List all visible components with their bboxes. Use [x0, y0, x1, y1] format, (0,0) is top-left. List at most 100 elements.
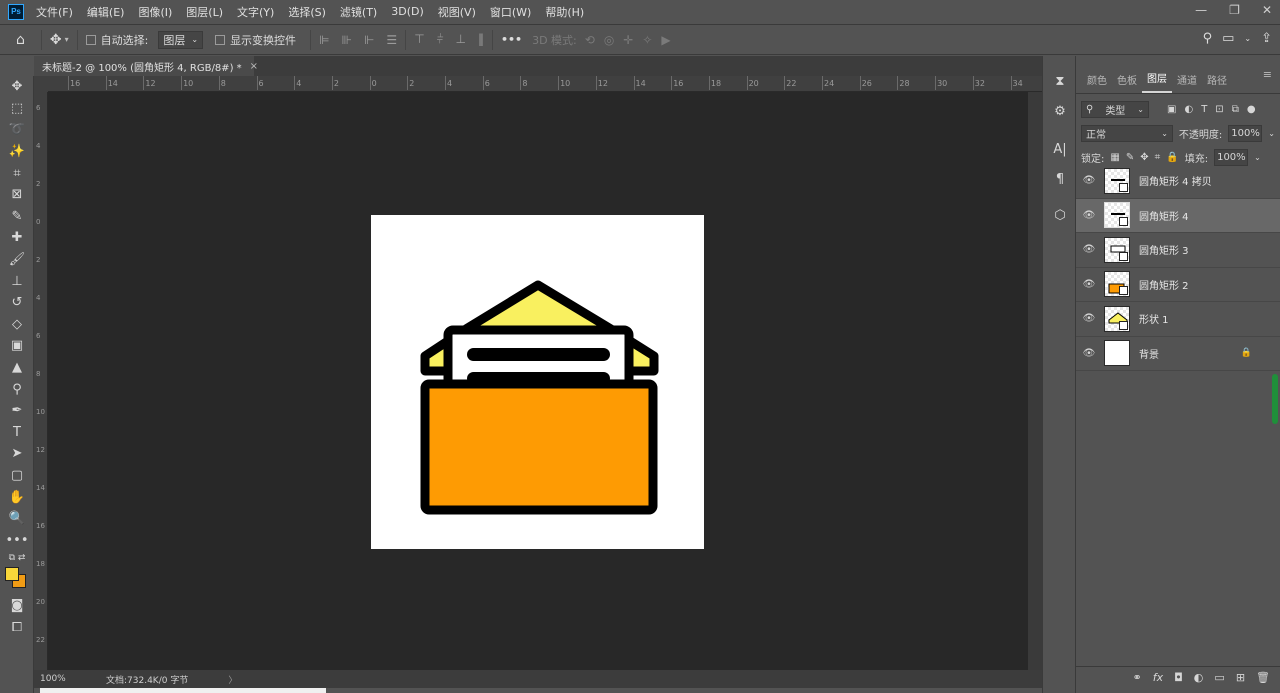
align-top-icon[interactable]: ⊤	[414, 32, 424, 47]
align-right-icon[interactable]: ⊩	[364, 33, 374, 47]
visibility-eye-icon[interactable]: 👁	[1076, 244, 1102, 255]
path-select-icon[interactable]: ➤	[0, 443, 34, 465]
canvas-workspace[interactable]	[48, 92, 1028, 670]
layer-row[interactable]: 👁 圆角矩形 3	[1076, 233, 1280, 268]
menu-select[interactable]: 选择(S)	[288, 4, 326, 20]
3d-panel-icon[interactable]: ⬡	[1043, 200, 1077, 230]
type-tool-icon[interactable]: T	[0, 422, 34, 444]
fill-input[interactable]: 100%	[1214, 148, 1249, 166]
layers-scrollbar[interactable]	[1270, 164, 1280, 664]
chevron-down-icon[interactable]: ⌄	[1244, 34, 1251, 43]
vertical-ruler[interactable]: 64202468101214161820222426	[34, 92, 48, 670]
lock-pixels-icon[interactable]: ✎	[1126, 152, 1134, 163]
filter-adjustment-icon[interactable]: ◐	[1184, 104, 1193, 115]
lock-transparent-icon[interactable]: ▦	[1110, 152, 1119, 163]
tab-color[interactable]: 颜色	[1082, 72, 1112, 93]
link-layers-icon[interactable]: ⚭	[1132, 671, 1141, 684]
gradient-tool-icon[interactable]: ▣	[0, 335, 34, 357]
menu-filter[interactable]: 滤镜(T)	[340, 4, 377, 20]
lock-all-icon[interactable]: 🔒	[1166, 152, 1178, 163]
lock-position-icon[interactable]: ✥	[1140, 152, 1148, 163]
align-vcenter-icon[interactable]: ⫩	[437, 32, 444, 47]
crop-tool-icon[interactable]: ⌗	[0, 162, 34, 184]
screen-mode-icon[interactable]: ⧠	[0, 617, 34, 639]
add-mask-icon[interactable]: ◘	[1174, 671, 1183, 684]
layer-row[interactable]: 👁 圆角矩形 2	[1076, 268, 1280, 302]
more-options-icon[interactable]: •••	[501, 33, 522, 46]
paragraph-panel-icon[interactable]: ¶	[1043, 164, 1077, 194]
blend-mode-dropdown[interactable]: 正常 ⌄	[1081, 124, 1173, 142]
align-bottom-icon[interactable]: ⊥	[456, 32, 466, 47]
align-hcenter-icon[interactable]: ⊪	[342, 33, 352, 47]
menu-window[interactable]: 窗口(W)	[490, 4, 531, 20]
distribute-icon[interactable]: ☰	[386, 33, 397, 47]
visibility-eye-icon[interactable]: 👁	[1076, 210, 1102, 221]
tab-layers[interactable]: 图层	[1142, 70, 1172, 93]
close-tab-icon[interactable]: ×	[250, 61, 258, 72]
adjustment-layer-icon[interactable]: ◐	[1194, 671, 1204, 684]
menu-help[interactable]: 帮助(H)	[545, 4, 584, 20]
canvas-scrollbar[interactable]	[1028, 92, 1042, 670]
scrollbar-thumb[interactable]	[1272, 374, 1278, 424]
layer-row-selected[interactable]: 👁 圆角矩形 4	[1076, 198, 1280, 233]
distribute-vertical-icon[interactable]: ‖	[478, 32, 484, 47]
layer-row[interactable]: 👁 圆角矩形 4 拷贝	[1076, 164, 1280, 199]
move-tool-icon[interactable]: ✥	[50, 32, 62, 48]
marquee-tool-icon[interactable]: ⬚	[0, 98, 34, 120]
zoom-tool-icon[interactable]: 🔍	[0, 508, 34, 530]
visibility-eye-icon[interactable]: 👁	[1076, 313, 1102, 324]
visibility-eye-icon[interactable]: 👁	[1076, 175, 1102, 186]
ruler-origin[interactable]	[34, 76, 48, 92]
document-tab[interactable]: 未标题-2 @ 100% (圆角矩形 4, RGB/8#) * ×	[34, 56, 258, 76]
share-icon[interactable]: ⇪	[1261, 31, 1272, 46]
search-icon[interactable]: ⚲	[1203, 31, 1213, 46]
filter-type-icon[interactable]: T	[1201, 104, 1207, 115]
chevron-down-icon[interactable]: ⌄	[1268, 129, 1275, 138]
orbit-3d-icon[interactable]: ⟲	[585, 33, 595, 47]
menu-view[interactable]: 视图(V)	[438, 4, 476, 20]
character-panel-icon[interactable]: A|	[1043, 134, 1077, 164]
frame-tool-icon[interactable]: ⊠	[0, 184, 34, 206]
filter-pixel-icon[interactable]: ▣	[1167, 104, 1176, 115]
filter-toggle-icon[interactable]: ●	[1247, 104, 1256, 115]
panel-menu-icon[interactable]: ≡	[1263, 68, 1272, 81]
new-layer-icon[interactable]: ⊞	[1236, 671, 1245, 684]
foreground-color-swatch[interactable]	[5, 567, 19, 582]
stamp-tool-icon[interactable]: ⊥	[0, 270, 34, 292]
magic-wand-icon[interactable]: ✨	[0, 141, 34, 163]
close-window-icon[interactable]: ✕	[1262, 3, 1272, 17]
align-left-icon[interactable]: ⊫	[319, 33, 329, 47]
history-brush-icon[interactable]: ↺	[0, 292, 34, 314]
blur-tool-icon[interactable]: ▲	[0, 357, 34, 379]
visibility-eye-icon[interactable]: 👁	[1076, 348, 1102, 359]
layer-row[interactable]: 👁 背景 🔒	[1076, 337, 1280, 371]
healing-brush-icon[interactable]: ✚	[0, 227, 34, 249]
document-canvas[interactable]	[371, 215, 704, 549]
menu-layer[interactable]: 图层(L)	[186, 4, 223, 20]
filter-smart-object-icon[interactable]: ⧉	[1232, 104, 1239, 115]
menu-file[interactable]: 文件(F)	[36, 4, 73, 20]
status-menu-icon[interactable]: 〉	[228, 673, 237, 686]
workspace-icon[interactable]: ▭	[1222, 31, 1234, 46]
drag-3d-icon[interactable]: ✛	[623, 33, 633, 47]
opacity-input[interactable]: 100%	[1228, 124, 1263, 142]
menu-edit[interactable]: 编辑(E)	[87, 4, 125, 20]
horizontal-ruler[interactable]: 16 14 12 10 8 6 4 2 0 2 4 6 8 10 12 14 16 18 20 22 24 26 28 30 3…	[48, 76, 1042, 92]
filter-shape-icon[interactable]: ⊡	[1215, 104, 1223, 115]
color-swatches[interactable]	[0, 565, 34, 595]
shape-tool-icon[interactable]: ▢	[0, 465, 34, 487]
eyedropper-icon[interactable]: ✎	[0, 206, 34, 228]
menu-image[interactable]: 图像(I)	[138, 4, 172, 20]
eraser-icon[interactable]: ◇	[0, 314, 34, 336]
delete-layer-icon[interactable]: 🗑	[1256, 671, 1270, 684]
camera-3d-icon[interactable]: ▶	[661, 33, 670, 47]
layer-filter-dropdown[interactable]: ⚲ 类型 ⌄	[1081, 100, 1149, 118]
zoom-level[interactable]: 100%	[34, 674, 66, 684]
properties-panel-icon[interactable]: ⚙	[1043, 96, 1077, 126]
lasso-tool-icon[interactable]: ➰	[0, 119, 34, 141]
auto-select-checkbox[interactable]	[85, 34, 96, 45]
layer-row[interactable]: 👁 形状 1	[1076, 302, 1280, 337]
document-info[interactable]: 文档:732.4K/0 字节	[106, 673, 188, 686]
new-group-icon[interactable]: ▭	[1214, 671, 1224, 684]
brush-tool-icon[interactable]: 🖌	[0, 249, 34, 271]
